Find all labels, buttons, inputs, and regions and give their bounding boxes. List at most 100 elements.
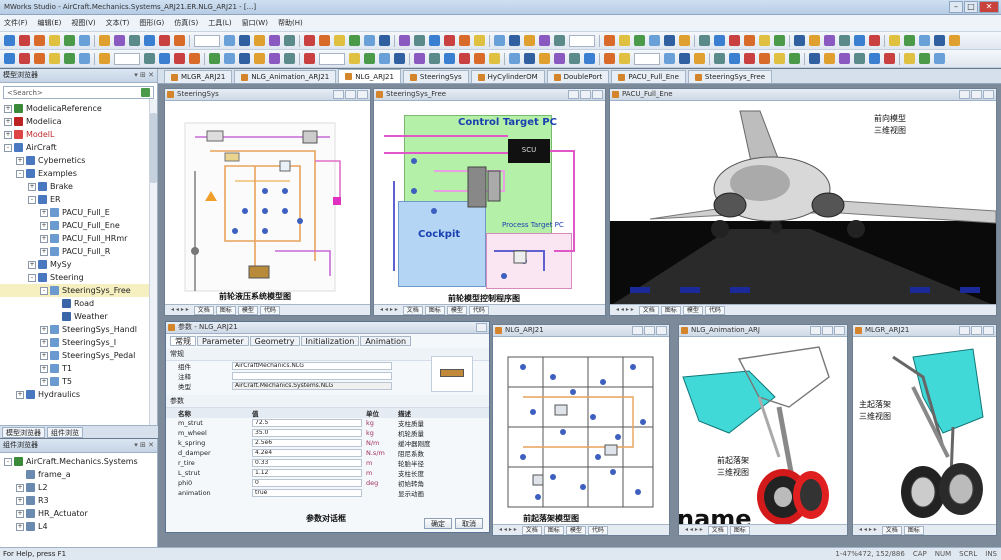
tree-item[interactable]: - AirCraft [0, 141, 157, 154]
toolbar-button-icon[interactable] [19, 53, 30, 64]
param-value-field[interactable]: 0 [252, 479, 362, 487]
expand-icon[interactable] [16, 471, 24, 479]
panel-tab[interactable]: 模型浏览器 [2, 426, 45, 438]
nav-arrows-icon[interactable]: ◂ ◂ ▸ ▸ [496, 526, 520, 535]
expand-icon[interactable]: - [4, 143, 12, 152]
toolbar-button-icon[interactable] [474, 53, 485, 64]
doc-tab[interactable]: HyCylinderOM [470, 70, 545, 83]
window-titlebar[interactable]: NLG_Animation_ARJ [679, 325, 847, 337]
menu-item[interactable]: 文件(F) [4, 18, 28, 28]
toolbar-dropdown[interactable] [634, 52, 660, 65]
toolbar-button-icon[interactable] [224, 35, 235, 46]
gear-diagram[interactable]: 前起落架模型图 [493, 337, 669, 524]
toolbar-button-icon[interactable] [49, 53, 60, 64]
toolbar-button-icon[interactable] [759, 53, 770, 64]
toolbar-button-icon[interactable] [429, 53, 440, 64]
toolbar-button-icon[interactable] [349, 35, 360, 46]
component-item[interactable]: + HR_Actuator [0, 507, 157, 520]
menu-item[interactable]: 工具(L) [208, 18, 231, 28]
tree-item[interactable]: + PACU_Full_E [0, 206, 157, 219]
toolbar-button-icon[interactable] [129, 35, 140, 46]
menu-item[interactable]: 仿真(S) [174, 18, 198, 28]
tree-item[interactable]: + MySy [0, 258, 157, 271]
window-titlebar[interactable]: SteeringSys [165, 89, 370, 101]
toolbar-button-icon[interactable] [394, 53, 405, 64]
toolbar-button-icon[interactable] [934, 35, 945, 46]
dialog-tab[interactable]: Parameter [197, 336, 249, 346]
toolbar-dropdown[interactable] [319, 52, 345, 65]
toolbar-button-icon[interactable] [494, 35, 505, 46]
window-titlebar[interactable]: SteeringSys_Free [374, 89, 605, 101]
toolbar-button-icon[interactable] [19, 35, 30, 46]
param-value-field[interactable]: 4.2e4 [252, 449, 362, 457]
tree-item[interactable]: + Cybernetics [0, 154, 157, 167]
toolbar-button-icon[interactable] [174, 35, 185, 46]
toolbar-button-icon[interactable] [569, 53, 580, 64]
toolbar-button-icon[interactable] [209, 53, 220, 64]
toolbar-button-icon[interactable] [444, 53, 455, 64]
doc-tab[interactable]: PACU_Full_Ene [611, 70, 686, 83]
tree-scrollbar[interactable] [149, 99, 157, 425]
dialog-titlebar[interactable]: 参数 - NLG_ARJ21 [166, 322, 489, 334]
toolbar-button-icon[interactable] [619, 35, 630, 46]
dialog-tab[interactable]: Animation [360, 336, 412, 346]
toolbar-button-icon[interactable] [304, 53, 315, 64]
toolbar-button-icon[interactable] [414, 35, 425, 46]
toolbar-button-icon[interactable] [114, 35, 125, 46]
dialog-tab[interactable]: Initialization [300, 336, 360, 346]
toolbar-button-icon[interactable] [884, 53, 895, 64]
toolbar-button-icon[interactable] [459, 53, 470, 64]
expand-icon[interactable]: + [40, 338, 48, 347]
control-diagram[interactable]: Control Target PC SCU Cockpit Process Ta… [374, 101, 605, 304]
close-button[interactable]: ✕ [979, 1, 999, 13]
toolbar-button-icon[interactable] [269, 35, 280, 46]
toolbar-button-icon[interactable] [679, 35, 690, 46]
expand-icon[interactable]: + [4, 104, 12, 113]
maximize-button[interactable]: □ [964, 1, 978, 13]
expand-icon[interactable]: + [28, 182, 36, 191]
toolbar-dropdown[interactable] [114, 52, 140, 65]
toolbar-button-icon[interactable] [854, 35, 865, 46]
param-value-field[interactable]: true [252, 489, 362, 497]
toolbar-button-icon[interactable] [554, 53, 565, 64]
view-tab[interactable]: 文档 [402, 305, 423, 315]
tree-item[interactable]: - SteeringSys_Free [0, 284, 157, 297]
toolbar-button-icon[interactable] [99, 53, 110, 64]
toolbar-button-icon[interactable] [159, 53, 170, 64]
param-value-field[interactable]: 2.5e6 [252, 439, 362, 447]
tree-item[interactable]: + SteeringSys_Pedal [0, 349, 157, 362]
param-value-field[interactable]: 1.12 [252, 469, 362, 477]
nlg-3d-view[interactable]: 前起落架 三维视图 name [679, 337, 847, 524]
dialog-tab[interactable]: Geometry [249, 336, 300, 346]
toolbar-button-icon[interactable] [509, 35, 520, 46]
toolbar-button-icon[interactable] [794, 35, 805, 46]
toolbar-button-icon[interactable] [889, 35, 900, 46]
tree-item[interactable]: + PACU_Full_HRmr [0, 232, 157, 245]
toolbar-button-icon[interactable] [824, 53, 835, 64]
expand-icon[interactable] [52, 300, 60, 308]
window-titlebar[interactable]: PACU_Full_Ene [610, 89, 996, 101]
expand-icon[interactable]: - [16, 169, 24, 178]
expand-icon[interactable]: + [40, 377, 48, 386]
search-go-icon[interactable] [141, 88, 150, 97]
toolbar-button-icon[interactable] [509, 53, 520, 64]
toolbar-button-icon[interactable] [949, 35, 960, 46]
cancel-button[interactable]: 取消 [455, 518, 483, 529]
toolbar-button-icon[interactable] [254, 53, 265, 64]
toolbar-button-icon[interactable] [49, 35, 60, 46]
view-tab[interactable]: 文档 [193, 305, 214, 315]
tree-item[interactable]: + ModelL [0, 128, 157, 141]
component-item[interactable]: frame_a [0, 468, 157, 481]
toolbar-button-icon[interactable] [79, 35, 90, 46]
toolbar-button-icon[interactable] [839, 53, 850, 64]
tree-item[interactable]: + Modelica [0, 115, 157, 128]
toolbar-button-icon[interactable] [144, 53, 155, 64]
doc-tab[interactable]: SteeringSys [402, 70, 469, 83]
view-tab[interactable]: 代码 [704, 305, 725, 315]
toolbar-button-icon[interactable] [809, 53, 820, 64]
nav-arrows-icon[interactable]: ◂ ◂ ▸ ▸ [856, 526, 880, 535]
toolbar-button-icon[interactable] [489, 53, 500, 64]
toolbar-button-icon[interactable] [239, 53, 250, 64]
toolbar-button-icon[interactable] [919, 53, 930, 64]
panel-tab[interactable]: 组件浏览 [47, 426, 83, 438]
